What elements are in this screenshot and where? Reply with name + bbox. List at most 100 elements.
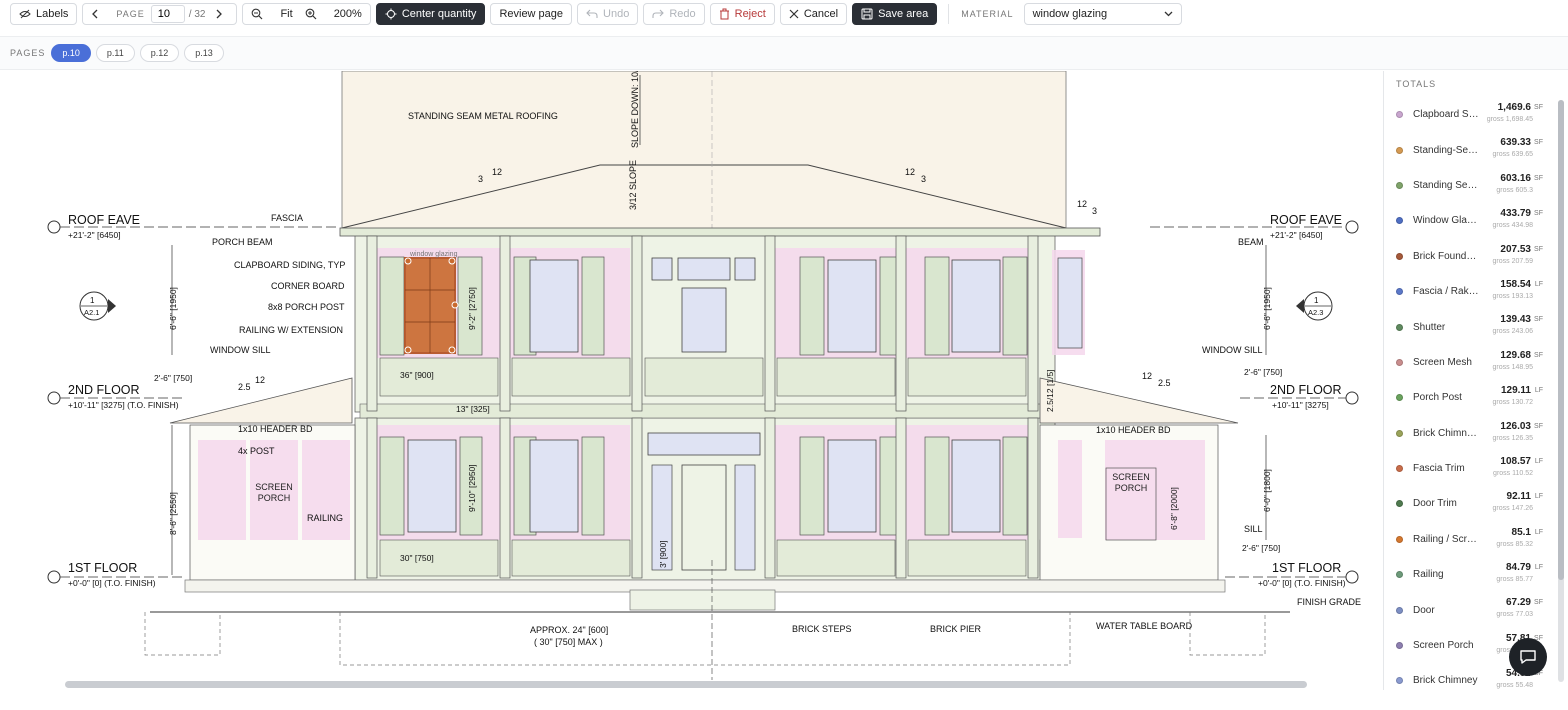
totals-row-gross: gross 77.03	[1496, 611, 1533, 619]
first-floor-label-right: 1ST FLOOR	[1272, 561, 1341, 575]
zoom-out-button[interactable]	[245, 4, 275, 24]
redo-button[interactable]: Redo	[643, 3, 705, 25]
pitch-3-right: 3	[921, 174, 926, 184]
totals-row[interactable]: Brick Chimney Cap 126.03SFgross 126.35	[1390, 416, 1557, 451]
totals-list: Clapboard Siding1,469.6SFgross 1,698.45S…	[1390, 97, 1557, 690]
totals-row[interactable]: Fascia / Rake Board 158.54LFgross 193.13	[1390, 274, 1557, 309]
totals-row[interactable]: Screen Mesh 129.68 SF gross 148.95	[1390, 345, 1557, 380]
totals-row-value: 126.03	[1500, 420, 1531, 432]
material-color-swatch	[1396, 323, 1403, 331]
reject-button[interactable]: Reject	[709, 3, 775, 25]
page-tab-p13[interactable]: p.13	[184, 44, 224, 62]
beam-label: BEAM	[1238, 237, 1264, 247]
totals-row[interactable]: Railing 84.79 LF gross 85.77	[1390, 557, 1557, 592]
totals-row-unit: SF	[1534, 422, 1543, 430]
page-tab-p12[interactable]: p.12	[139, 44, 180, 62]
totals-row-name: Standing Seam Fascia	[1413, 179, 1479, 191]
totals-row[interactable]: Window Glazing 433.79 SF gross 434.98	[1390, 203, 1557, 238]
totals-row-gross: gross 243.06	[1492, 328, 1533, 336]
totals-row-value: 85.1	[1511, 526, 1531, 538]
totals-row-name: Railing / Screen	[1413, 533, 1479, 545]
zoom-level[interactable]: 200%	[327, 4, 368, 24]
railing-label: RAILING	[307, 513, 343, 523]
totals-row[interactable]: Standing Seam Fascia 603.16SFgross 605.3	[1390, 168, 1557, 203]
material-color-swatch	[1396, 288, 1403, 296]
totals-row-unit: SF	[1534, 174, 1543, 182]
review-page-button[interactable]: Review page	[490, 3, 573, 25]
header-bd-label-right: 1x10 HEADER BD	[1096, 425, 1171, 435]
save-area-label: Save area	[878, 8, 929, 20]
toolbar: Labels PAGE / 32 Fit 200% Center quantit…	[0, 0, 1568, 28]
brick-pier-label: BRICK PIER	[930, 624, 982, 634]
totals-row-name: Porch Post	[1413, 392, 1462, 404]
chevron-right-icon	[216, 9, 223, 19]
slope-small-label: 3/12 SLOPE	[628, 160, 638, 210]
second-floor-label-right: 2ND FLOOR	[1270, 383, 1342, 397]
totals-row-value: 67.29	[1505, 597, 1531, 609]
page-tab-p11[interactable]: p.11	[95, 44, 135, 62]
dim-2-6-right: 2'-6" [750]	[1244, 367, 1282, 377]
totals-row[interactable]: Door 67.29 SF gross 77.03	[1390, 592, 1557, 627]
reject-label: Reject	[734, 8, 766, 20]
totals-row-gross: gross 85.77	[1496, 576, 1533, 584]
totals-row-unit: SF	[1534, 104, 1543, 111]
totals-row-value: 158.54	[1500, 278, 1531, 290]
screen-porch-label-box: SCREEN PORCH	[255, 482, 293, 503]
totals-row[interactable]: Porch Post 129.11 LF gross 130.72	[1390, 380, 1557, 415]
next-page-button[interactable]	[209, 4, 235, 24]
dim-36: 36" [900]	[400, 370, 434, 380]
totals-row[interactable]: Shutter 139.43 SF gross 243.06	[1390, 309, 1557, 344]
horizontal-scrollbar[interactable]	[65, 681, 1307, 688]
totals-row-gross: gross 147.26	[1492, 505, 1533, 513]
first-floor-elevation: +0'-0" [0] (T.O. FINISH)	[68, 578, 156, 588]
totals-row-unit: SF	[1534, 139, 1543, 147]
roof-eave-elevation-right: +21'-2" [6450]	[1270, 230, 1323, 240]
chat-button[interactable]	[1509, 638, 1547, 676]
totals-row[interactable]: Door Trim 92.11 LF gross 147.26	[1390, 486, 1557, 521]
roof-eave-label: ROOF EAVE	[68, 213, 140, 227]
close-icon	[789, 9, 799, 19]
totals-row-value: 433.79	[1500, 208, 1531, 220]
page-number-input[interactable]	[150, 5, 185, 23]
zoom-in-button[interactable]	[298, 4, 328, 24]
pitch-3-left: 3	[478, 174, 483, 184]
material-color-swatch	[1396, 642, 1403, 650]
totals-row-gross: gross 207.59	[1492, 257, 1533, 265]
totals-row[interactable]: Railing / Screen 85.1 LF gross 85.32	[1390, 522, 1557, 557]
totals-row-name: Fascia / Rake Board	[1413, 286, 1479, 298]
totals-row-name: Screen Porch	[1413, 640, 1474, 652]
toolbar-divider	[948, 4, 950, 24]
totals-row[interactable]: Fascia Trim 108.57 LF gross 110.52	[1390, 451, 1557, 486]
undo-button[interactable]: Undo	[577, 3, 639, 25]
totals-row-gross: gross 126.35	[1492, 434, 1533, 442]
page-tab-p10[interactable]: p.10	[51, 44, 91, 62]
save-area-button[interactable]: Save area	[852, 3, 938, 25]
chat-icon	[1520, 650, 1536, 664]
totals-row-value: 603.16	[1500, 172, 1531, 184]
totals-row-unit: SF	[1534, 599, 1543, 607]
totals-row[interactable]: Standing-Seam Roof 639.33SFgross 639.65	[1390, 132, 1557, 167]
totals-row[interactable]: Clapboard Siding 1,469.6SFgross 1,698.45	[1390, 97, 1557, 132]
drawing-canvas[interactable]: ROOF EAVE +21'-2" [6450] ROOF EAVE +21'-…	[0, 71, 1384, 690]
cancel-button[interactable]: Cancel	[779, 3, 848, 25]
center-quantity-button[interactable]: Center quantity	[375, 3, 486, 25]
trash-icon	[719, 8, 729, 20]
fit-button[interactable]: Fit	[274, 4, 299, 24]
vertical-scrollbar-thumb[interactable]	[1558, 100, 1564, 580]
totals-row-gross: gross 55.48	[1496, 682, 1533, 690]
prev-page-button[interactable]	[85, 4, 111, 24]
sill-label: SILL	[1244, 524, 1263, 534]
dim-2-6-sill: 2'-6" [750]	[1242, 543, 1280, 553]
totals-row-unit: SF	[1534, 210, 1543, 218]
header-bd-label: 1x10 HEADER BD	[238, 424, 313, 434]
dim-8-6: 8'-6" [2550]	[168, 492, 178, 535]
material-color-swatch	[1396, 181, 1403, 189]
totals-row-name: Window Glazing	[1413, 215, 1479, 227]
first-floor-elevation-right: +0'-0" [0] (T.O. FINISH)	[1258, 578, 1346, 588]
labels-toggle-button[interactable]: Labels	[10, 3, 78, 25]
screen-porch-label: SCREEN PORCH	[255, 482, 293, 503]
chevron-left-icon	[92, 9, 98, 19]
totals-row-value: 129.11	[1500, 385, 1531, 397]
material-select[interactable]: window glazing	[1023, 3, 1182, 25]
totals-row[interactable]: Brick Foundation 207.53SFgross 207.59	[1390, 239, 1557, 274]
